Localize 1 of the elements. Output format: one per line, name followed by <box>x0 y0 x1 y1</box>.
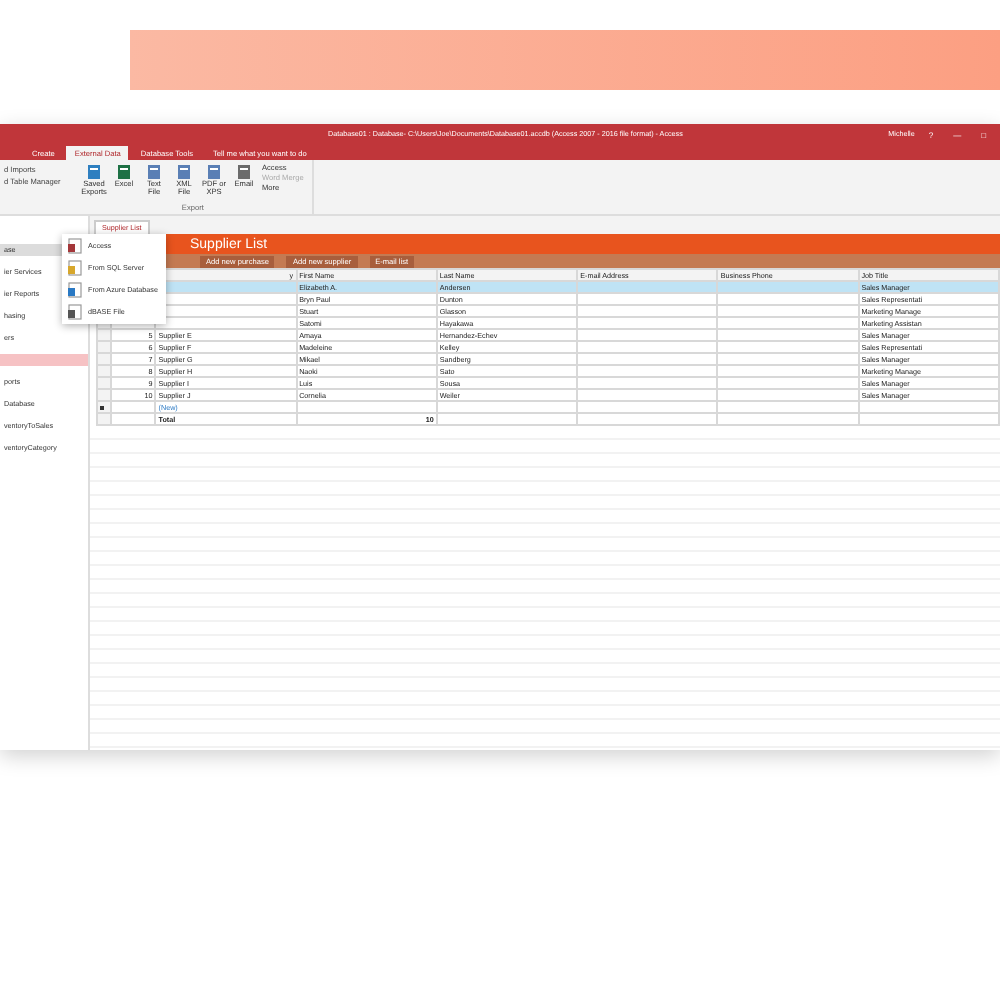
highlight-bar <box>0 354 88 366</box>
